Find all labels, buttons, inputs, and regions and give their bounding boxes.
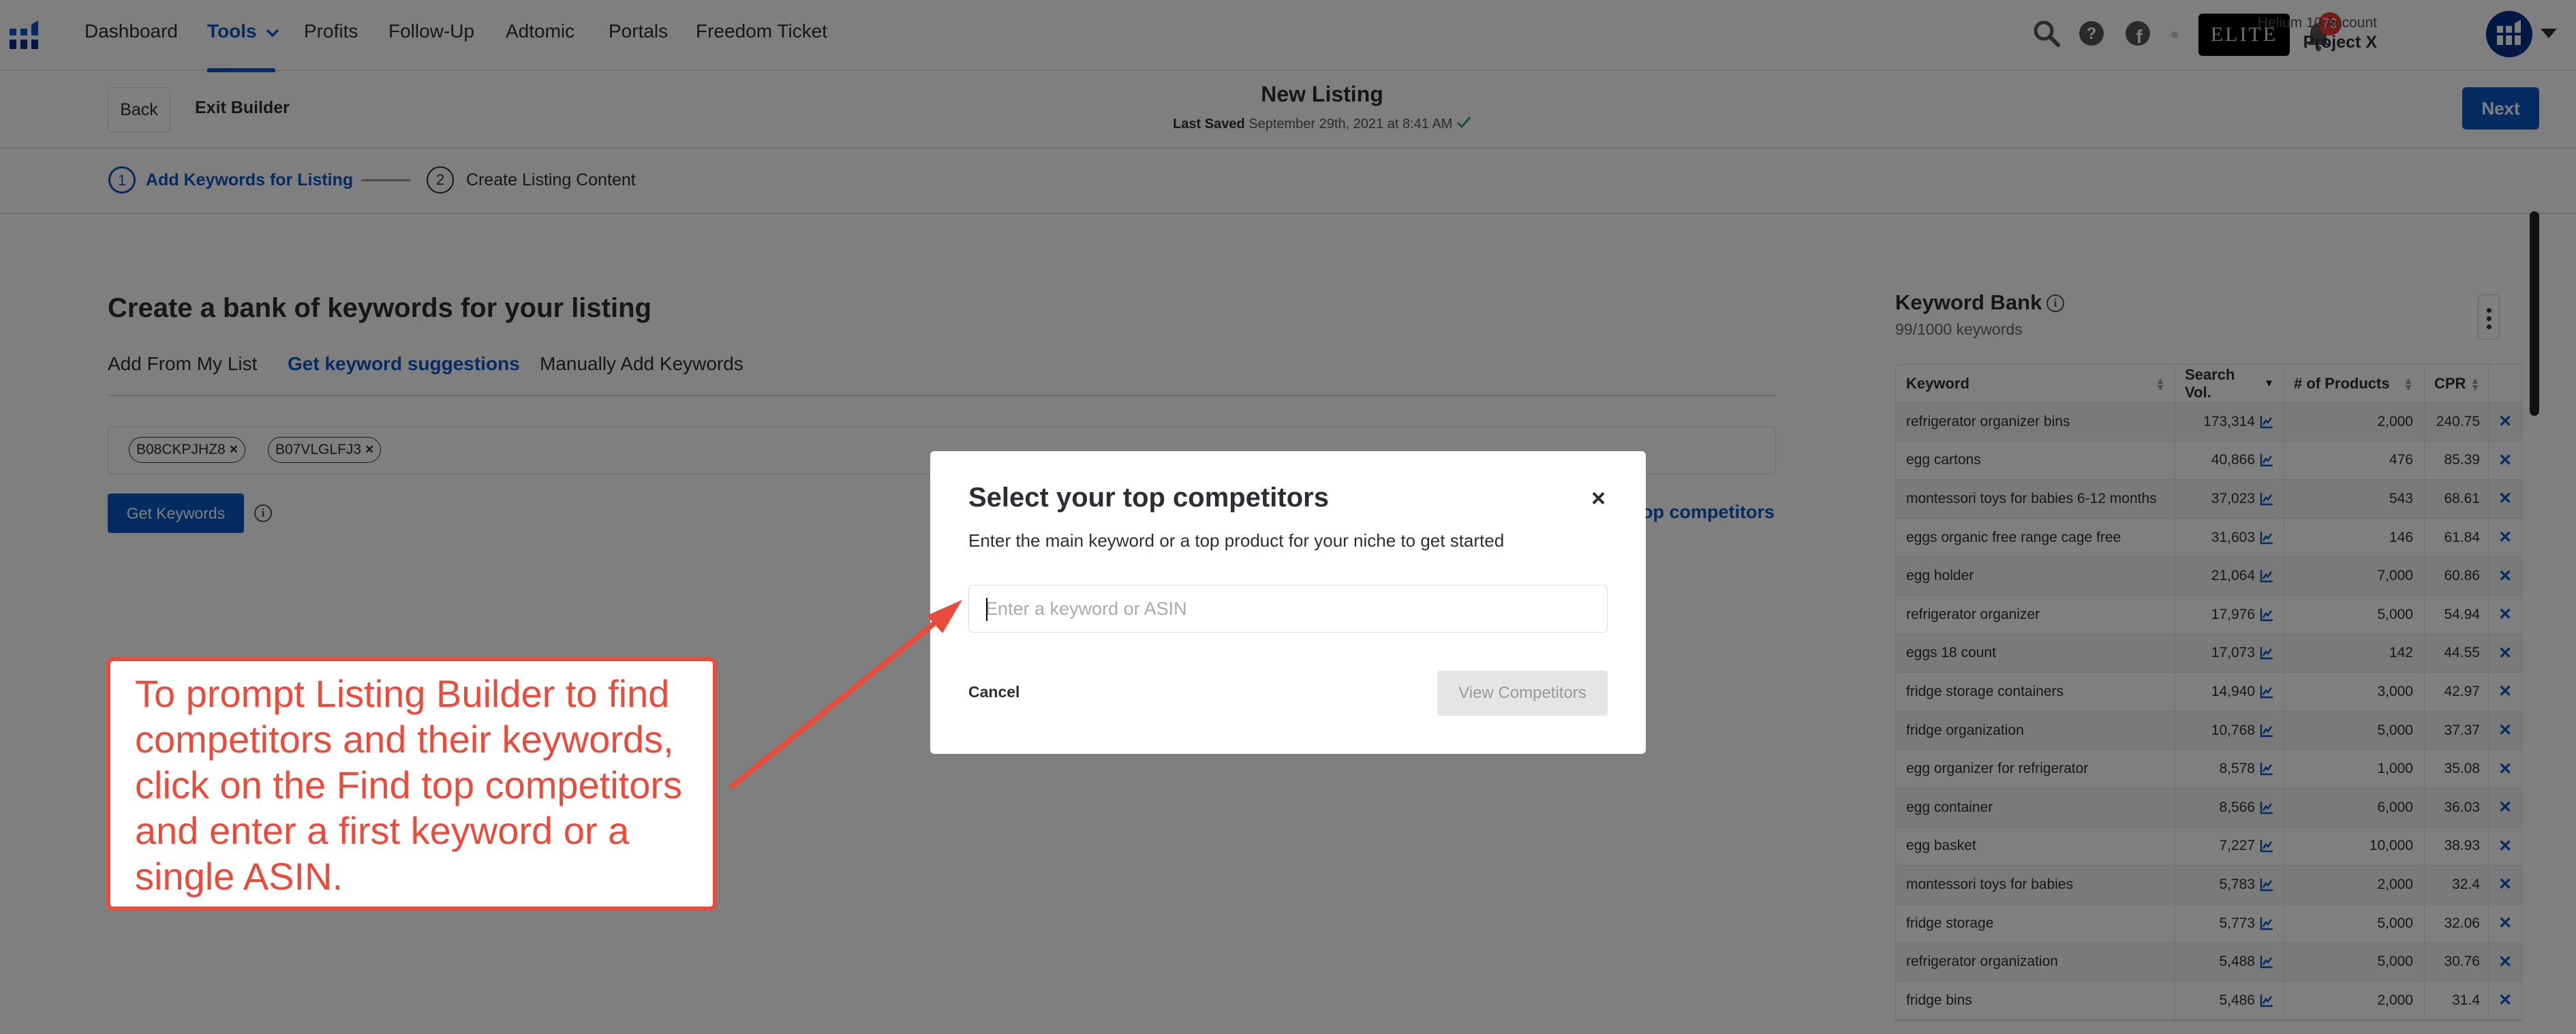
cancel-button[interactable]: Cancel [968, 683, 1019, 701]
select-competitors-modal: Select your top competitors × Enter the … [930, 451, 1646, 754]
tutorial-callout: To prompt Listing Builder to find compet… [106, 657, 717, 911]
keyword-or-asin-input[interactable] [968, 585, 1608, 633]
text-cursor [986, 598, 987, 621]
modal-title: Select your top competitors [968, 483, 1329, 513]
modal-subtitle: Enter the main keyword or a top product … [968, 530, 1505, 551]
view-competitors-button[interactable]: View Competitors [1437, 671, 1608, 716]
close-icon[interactable]: × [1591, 484, 1606, 513]
